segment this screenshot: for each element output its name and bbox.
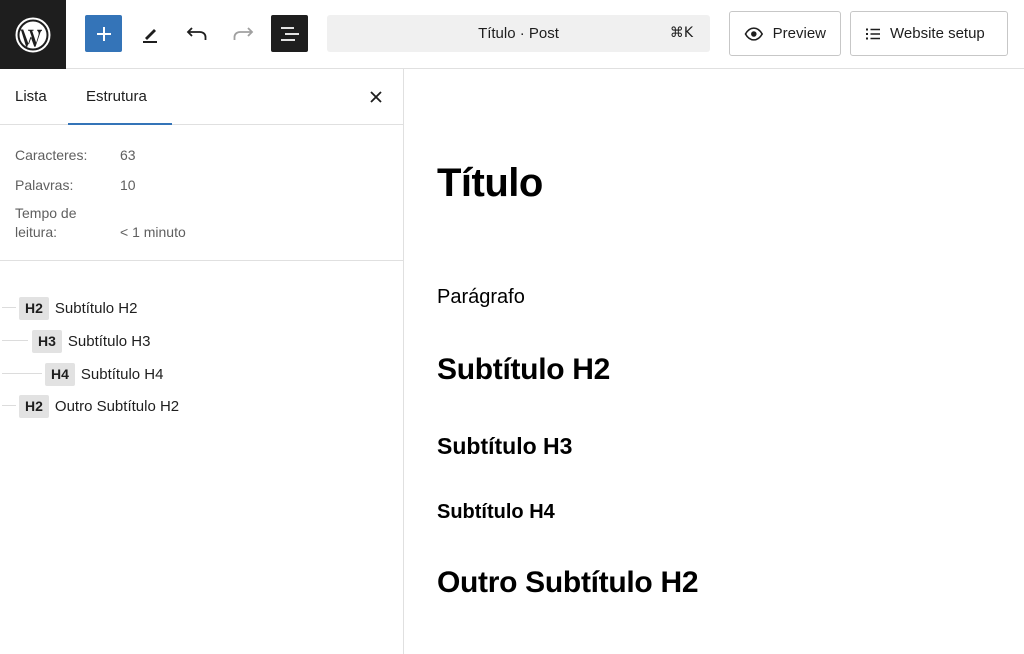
outline-level-badge: H4 xyxy=(45,362,75,386)
close-panel-button[interactable] xyxy=(366,87,386,107)
outline-item-text: Outro Subtítulo H2 xyxy=(54,397,180,415)
undo-icon xyxy=(186,26,206,40)
add-block-button[interactable] xyxy=(85,15,122,52)
wordpress-logo-icon xyxy=(15,17,51,52)
outline-item-text: Subtítulo H3 xyxy=(67,332,151,350)
outline-item-h3[interactable]: H3 Subtítulo H3 xyxy=(32,329,150,353)
stat-reading-time-label: Tempo de leitura: xyxy=(15,205,77,240)
preview-label: Preview xyxy=(772,25,826,42)
tab-lista[interactable]: Lista xyxy=(15,69,47,125)
outline-item-h4[interactable]: H4 Subtítulo H4 xyxy=(45,362,163,386)
command-shortcut-label: ⌘K xyxy=(669,25,693,41)
stat-words-label: Palavras: xyxy=(15,177,74,193)
outline-connector xyxy=(2,373,42,374)
heading-h2-block[interactable]: Subtítulo H2 xyxy=(437,353,610,387)
tools-button[interactable] xyxy=(131,15,168,52)
list-icon xyxy=(866,28,880,39)
heading-h2-second-block[interactable]: Outro Subtítulo H2 xyxy=(437,566,699,600)
website-setup-button[interactable]: Website setup xyxy=(850,11,1008,56)
undo-button[interactable] xyxy=(178,15,215,52)
outline-connector xyxy=(2,340,28,341)
document-overview-panel: Lista Estrutura Caracteres: 63 Palavras:… xyxy=(0,69,404,654)
outline-item-h2[interactable]: H2 Outro Subtítulo H2 xyxy=(19,394,179,418)
website-setup-label: Website setup xyxy=(890,25,985,42)
heading-h4-block[interactable]: Subtítulo H4 xyxy=(437,501,555,524)
wordpress-logo-button[interactable] xyxy=(0,0,66,69)
outline-level-badge: H3 xyxy=(32,329,62,353)
outline-item-h2[interactable]: H2 Subtítulo H2 xyxy=(19,296,137,320)
editor-canvas: Título Parágrafo Subtítulo H2 Subtítulo … xyxy=(405,69,1024,654)
eye-icon xyxy=(744,26,764,41)
stat-reading-time-value: < 1 minuto xyxy=(120,224,186,240)
document-overview-button[interactable] xyxy=(271,15,308,52)
post-title[interactable]: Título xyxy=(437,161,543,206)
preview-button[interactable]: Preview xyxy=(729,11,841,56)
document-stats: Caracteres: 63 Palavras: 10 Tempo de lei… xyxy=(0,125,403,261)
heading-h3-block[interactable]: Subtítulo H3 xyxy=(437,433,572,460)
command-palette-bar[interactable]: Título · Post ⌘K xyxy=(327,15,710,52)
outline-level-badge: H2 xyxy=(19,296,49,320)
outline-item-text: Subtítulo H4 xyxy=(80,365,164,383)
document-overview-icon xyxy=(280,26,299,41)
pencil-icon xyxy=(142,28,157,43)
paragraph-block[interactable]: Parágrafo xyxy=(437,286,525,309)
outline-connector xyxy=(2,405,16,406)
redo-button[interactable] xyxy=(224,15,261,52)
tab-estrutura[interactable]: Estrutura xyxy=(68,69,172,125)
redo-icon xyxy=(233,26,253,40)
close-icon xyxy=(370,91,382,103)
outline-item-text: Subtítulo H2 xyxy=(54,299,138,317)
stat-words-value: 10 xyxy=(120,177,136,193)
editor-toolbar: Título · Post ⌘K Preview Website setup xyxy=(0,0,1024,69)
plus-icon xyxy=(96,26,111,41)
outline-level-badge: H2 xyxy=(19,394,49,418)
panel-tabs: Lista Estrutura xyxy=(0,69,403,125)
document-title-label: Título · Post xyxy=(478,25,559,42)
stat-characters-value: 63 xyxy=(120,147,136,163)
outline-connector xyxy=(2,307,16,308)
stat-characters-label: Caracteres: xyxy=(15,147,88,163)
